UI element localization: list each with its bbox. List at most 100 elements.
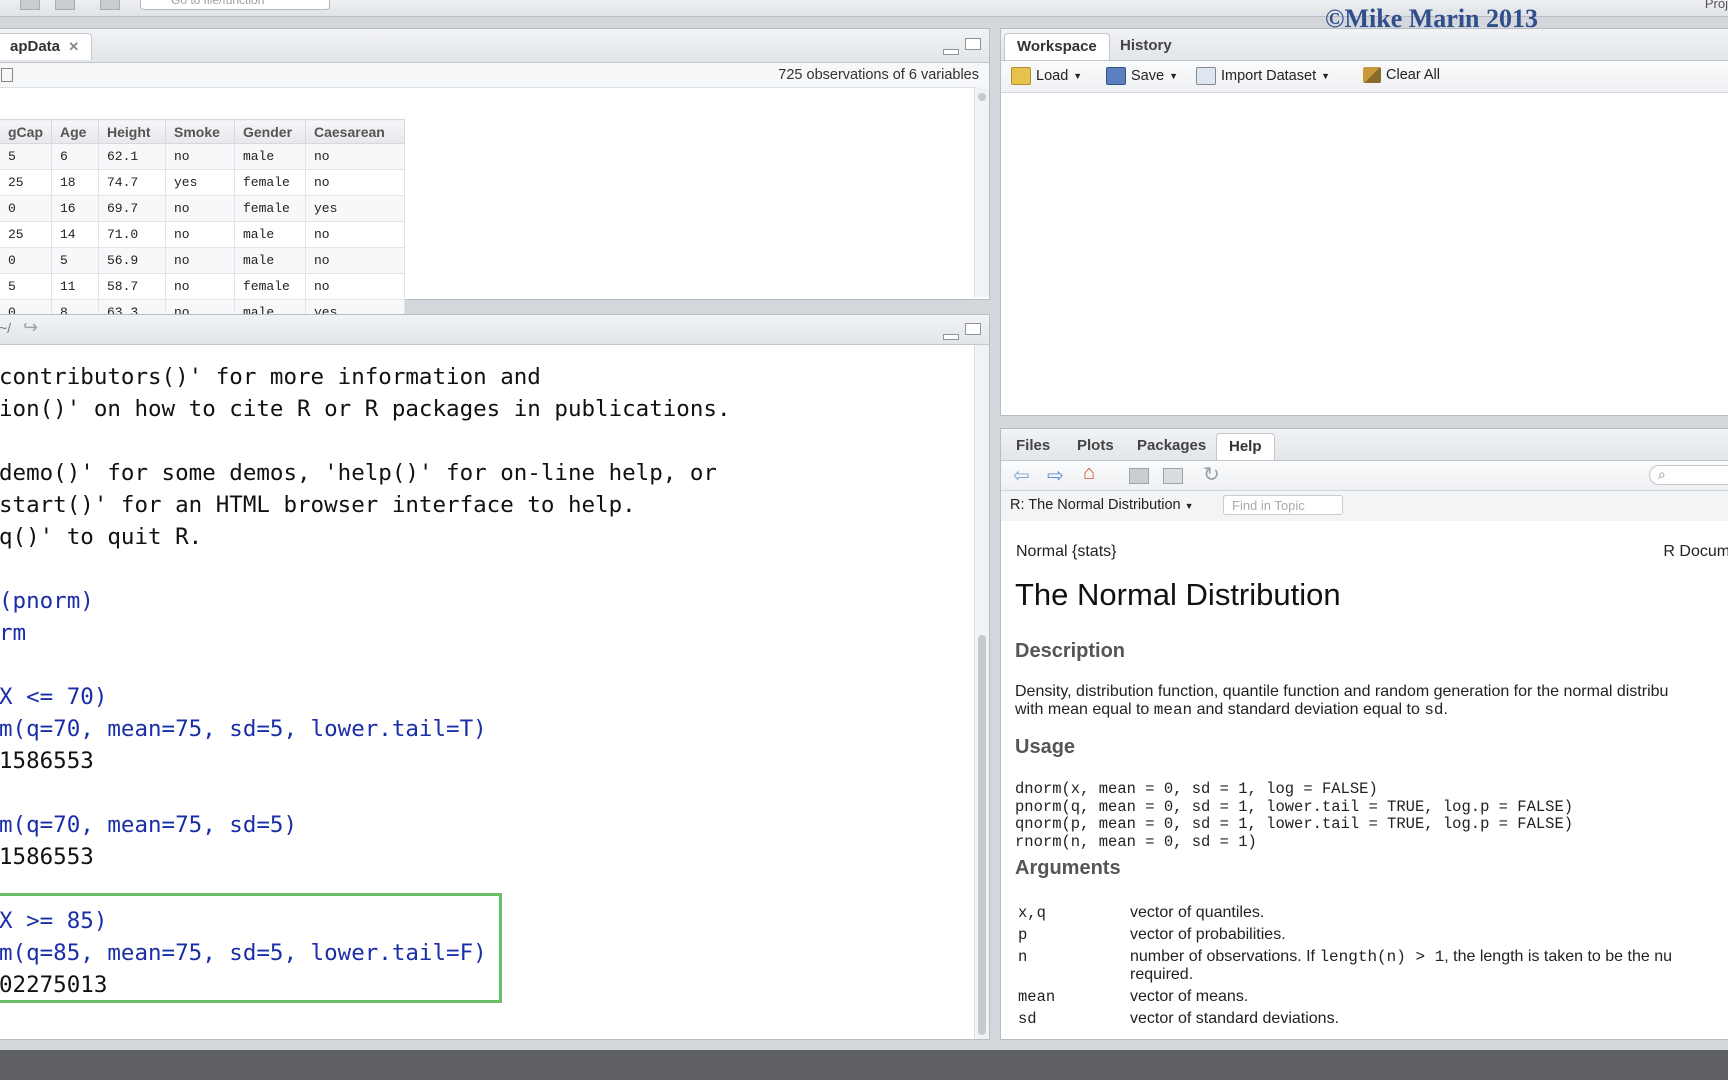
table-cell: no	[305, 143, 405, 170]
arg-desc: vector of quantiles.	[1130, 904, 1265, 921]
tab-history[interactable]: History	[1108, 33, 1184, 59]
table-cell: female	[234, 195, 306, 222]
code-sd: sd	[1424, 701, 1444, 719]
column-header[interactable]: Age	[51, 119, 99, 144]
console-input-line: rm	[0, 620, 27, 646]
console-output-line: ion()' on how to cite R or R packages in…	[0, 396, 731, 422]
save-label: Save	[1131, 68, 1165, 84]
print-icon[interactable]	[1129, 468, 1149, 484]
broom-icon	[1363, 67, 1381, 83]
table-import-icon	[1196, 67, 1216, 85]
console-window-buttons	[937, 322, 981, 340]
data-viewer-panel: apData ✕ 725 observations of 6 variables…	[0, 28, 990, 326]
tab-help[interactable]: Help	[1216, 433, 1275, 460]
table-cell: 69.7	[98, 195, 166, 222]
data-scrollbar[interactable]	[974, 87, 989, 297]
tab-packages[interactable]: Packages	[1125, 433, 1218, 459]
home-icon[interactable]: ⌂	[1083, 462, 1095, 485]
scroll-thumb[interactable]	[978, 635, 986, 1035]
help-content: Normal {stats} R Docume The Normal Distr…	[1013, 521, 1728, 1039]
maximize-icon[interactable]	[965, 38, 981, 50]
column-header[interactable]: Gender	[234, 119, 306, 144]
column-header[interactable]: Caesarean	[305, 119, 405, 144]
console-output-line: 1586553	[0, 844, 94, 870]
refresh-icon[interactable]: ↻	[1203, 462, 1220, 487]
console-output-line: 1586553	[0, 748, 94, 774]
console-input-line: m(q=70, mean=75, sd=5)	[0, 812, 298, 838]
table-cell: male	[234, 221, 306, 248]
table-cell: 5	[0, 273, 52, 300]
help-topic-bar: R: The Normal Distribution ▼ Find in Top…	[1001, 491, 1728, 522]
print-icon[interactable]	[55, 0, 75, 10]
import-dataset-button[interactable]: Import Dataset ▼	[1196, 67, 1330, 85]
workspace-icon[interactable]	[100, 0, 120, 10]
console-input-line: X <= 70)	[0, 684, 108, 710]
arg-desc-text: , the length is taken to be the nu	[1444, 948, 1672, 965]
description-line: .	[1443, 701, 1448, 718]
maximize-icon[interactable]	[965, 323, 981, 335]
usage-line: qnorm(p, mean = 0, sd = 1, lower.tail = …	[1015, 815, 1574, 833]
table-cell: male	[234, 143, 306, 170]
folder-open-icon	[1011, 67, 1031, 85]
workspace-tabstrip: Workspace History	[1001, 29, 1728, 61]
table-cell: no	[165, 143, 235, 170]
forward-icon[interactable]: ⇨	[1047, 463, 1064, 488]
floppy-disk-icon	[1106, 67, 1126, 85]
arg-desc: vector of standard deviations.	[1130, 1010, 1340, 1027]
search-icon[interactable]: ⌕	[1649, 465, 1728, 485]
table-cell: 5	[51, 247, 99, 274]
tab-dataset[interactable]: apData ✕	[0, 33, 93, 60]
arg-desc: number of observations. If length(n) > 1…	[1130, 948, 1672, 983]
usage-heading: Usage	[1015, 736, 1076, 758]
tab-files[interactable]: Files	[1004, 433, 1062, 459]
table-cell: male	[234, 247, 306, 274]
table-cell: no	[305, 221, 405, 248]
table-cell: no	[305, 169, 405, 196]
description-heading: Description	[1015, 640, 1126, 662]
arg-name: mean	[1018, 988, 1056, 1006]
console-forward-icon[interactable]: ↪	[23, 317, 38, 338]
arg-name: n	[1018, 948, 1028, 966]
tab-plots[interactable]: Plots	[1065, 433, 1126, 459]
find-in-topic-input[interactable]: Find in Topic	[1223, 495, 1343, 515]
minimize-icon[interactable]	[943, 334, 959, 340]
load-button[interactable]: Load ▼	[1011, 67, 1082, 85]
table-header: gCap Age Height Smoke Gender Caesarean	[0, 119, 405, 144]
arguments-heading: Arguments	[1015, 857, 1121, 879]
table-row: 25 18 74.7 yes female no	[0, 169, 405, 196]
save-button[interactable]: Save ▼	[1106, 67, 1178, 85]
code-mean: mean	[1153, 701, 1193, 719]
help-document: Normal {stats} R Docume The Normal Distr…	[1001, 521, 1728, 1039]
topic-header: Normal {stats}	[1016, 543, 1117, 560]
arg-name: x,q	[1018, 904, 1046, 922]
table-cell: female	[234, 169, 306, 196]
project-menu[interactable]: Proj	[1705, 0, 1728, 11]
clear-all-button[interactable]: Clear All	[1363, 67, 1440, 83]
source-tabstrip: apData ✕	[0, 29, 989, 63]
description-line: Density, distribution function, quantile…	[1015, 683, 1669, 700]
back-icon[interactable]: ⇦	[1013, 463, 1030, 488]
tab-workspace[interactable]: Workspace	[1004, 33, 1110, 60]
console-path: ~/	[0, 320, 12, 336]
goto-file-input[interactable]: Go to file/function	[140, 0, 330, 10]
table-cell: yes	[165, 169, 235, 196]
scroll-thumb[interactable]	[978, 93, 986, 101]
popout-icon[interactable]	[1163, 468, 1183, 484]
console-header: ~/ ↪	[0, 315, 989, 345]
topic-select[interactable]: R: The Normal Distribution ▼	[1010, 497, 1194, 513]
table-cell: 11	[51, 273, 99, 300]
arg-desc: vector of probabilities.	[1130, 926, 1286, 943]
column-header[interactable]: gCap	[0, 119, 52, 144]
close-icon[interactable]: ✕	[68, 39, 79, 54]
minimize-icon[interactable]	[943, 49, 959, 55]
description-line: and standard deviation equal to	[1192, 701, 1425, 718]
usage-line: dnorm(x, mean = 0, sd = 1, log = FALSE)	[1015, 780, 1378, 798]
save-all-icon[interactable]	[20, 0, 40, 10]
arg-desc-text: required.	[1130, 966, 1194, 983]
filter-icon[interactable]	[1, 68, 13, 82]
column-header[interactable]: Smoke	[165, 119, 235, 144]
table-cell: no	[305, 247, 405, 274]
console-scrollbar[interactable]	[974, 345, 989, 1039]
table-cell: 62.1	[98, 143, 166, 170]
column-header[interactable]: Height	[98, 119, 166, 144]
